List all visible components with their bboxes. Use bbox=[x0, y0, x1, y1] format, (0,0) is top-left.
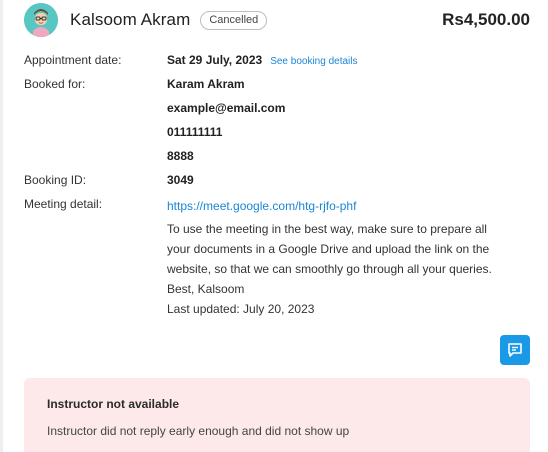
left-border bbox=[0, 0, 3, 452]
last-updated: Last updated: July 20, 2023 bbox=[167, 302, 315, 316]
booked-for-email: example@email.com bbox=[167, 101, 286, 115]
chat-icon bbox=[508, 343, 522, 357]
booked-for-phone: 011111111 bbox=[167, 125, 223, 139]
meeting-detail-label: Meeting detail: bbox=[24, 197, 103, 211]
meeting-message-line: your documents in a Google Drive and upl… bbox=[167, 242, 490, 256]
appointment-date-label: Appointment date: bbox=[24, 53, 122, 67]
avatar bbox=[24, 3, 58, 37]
meeting-message-signoff: Best, Kalsoom bbox=[167, 282, 245, 296]
booked-for-extra: 8888 bbox=[167, 149, 194, 163]
booked-for-label: Booked for: bbox=[24, 77, 86, 91]
meeting-message-line: website, so that we can smoothly go thro… bbox=[167, 262, 492, 276]
see-booking-details-link[interactable]: See booking details bbox=[270, 56, 357, 67]
booking-header: Kalsoom Akram Cancelled Rs4,500.00 bbox=[24, 3, 530, 37]
notice-title: Instructor not available bbox=[47, 397, 180, 411]
booked-for-name: Karam Akram bbox=[167, 77, 245, 91]
meeting-message: To use the meeting in the best way, make… bbox=[167, 219, 527, 319]
notice-text: Instructor did not reply early enough an… bbox=[47, 424, 350, 438]
status-badge: Cancelled bbox=[200, 10, 268, 30]
booking-id-value: 3049 bbox=[167, 173, 194, 187]
appointment-date-value: Sat 29 July, 2023 bbox=[167, 53, 263, 67]
client-name: Kalsoom Akram bbox=[70, 10, 191, 29]
booking-price: Rs4,500.00 bbox=[442, 10, 530, 29]
meeting-message-line: To use the meeting in the best way, make… bbox=[167, 222, 487, 236]
booking-id-label: Booking ID: bbox=[24, 173, 87, 187]
appointment-date-row: Sat 29 July, 2023 See booking details bbox=[167, 53, 357, 67]
meeting-link[interactable]: https://meet.google.com/htg-rjfo-phf bbox=[167, 199, 356, 213]
chat-button[interactable] bbox=[500, 335, 530, 365]
instructor-notice: Instructor not available Instructor did … bbox=[24, 378, 530, 452]
